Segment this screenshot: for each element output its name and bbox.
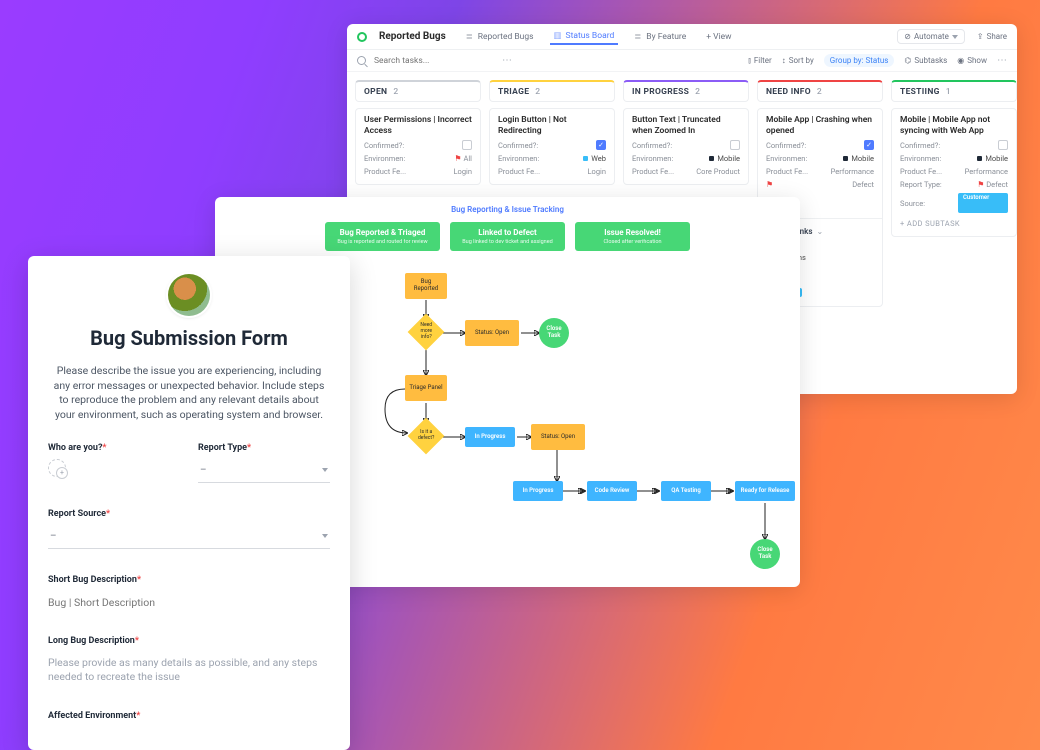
tag-source: Customer [958, 193, 1008, 213]
node-close-task-1[interactable]: Close Task [539, 318, 569, 348]
chevron-down-icon [322, 534, 328, 538]
column-header[interactable]: OPEN2 [355, 80, 481, 102]
subtasks-icon: ⌬ [904, 56, 911, 65]
column-header[interactable]: TESTIING1 [891, 80, 1017, 102]
node-status-open-2[interactable]: Status: Open [531, 424, 585, 450]
list-icon: ≣ [466, 32, 475, 41]
label-report-type: Report Type* [198, 443, 330, 453]
form-title: Bug Submission Form [48, 326, 330, 350]
list-icon: ≣ [634, 32, 643, 41]
card-title: Mobile | Mobile App not syncing with Web… [900, 115, 1008, 136]
chevron-down-icon [952, 35, 958, 39]
diagram-header-1: Bug Reported & TriagedBug is reported an… [325, 222, 440, 251]
diagram-header-3: Issue Resolved!Closed after verification [575, 222, 690, 251]
report-type-select[interactable]: – [198, 459, 330, 483]
search-input[interactable] [374, 56, 494, 66]
more-icon[interactable]: ⋯ [502, 55, 512, 66]
label-report-source: Report Source* [48, 509, 330, 519]
add-view-button[interactable]: + View [702, 30, 735, 44]
card-title: Login Button | Not Redirecting [498, 115, 606, 136]
column-header[interactable]: NEED INFO2 [757, 80, 883, 102]
kanban-card[interactable]: Button Text | Truncated when Zoomed In C… [623, 108, 749, 185]
view-tab-status-board[interactable]: ▥Status Board [550, 29, 619, 45]
kanban-card[interactable]: User Permissions | Incorrect Access Conf… [355, 108, 481, 185]
assignee-add-button[interactable] [48, 459, 66, 477]
label-who-are-you: Who are you?* [48, 443, 180, 453]
eye-icon: ◉ [957, 56, 964, 65]
group-by-pill[interactable]: Group by: Status [824, 54, 895, 67]
diagram-headers: Bug Reported & TriagedBug is reported an… [325, 222, 690, 251]
confirmed-checkbox[interactable]: ✓ [864, 140, 874, 150]
flag-icon: ⚑ [977, 180, 984, 189]
confirmed-checkbox[interactable]: ✓ [596, 140, 606, 150]
node-status-open-1[interactable]: Status: Open [465, 320, 519, 346]
node-decision-defect[interactable]: Is it a defect? [408, 418, 445, 455]
filter-button[interactable]: ⫾Filter [748, 56, 771, 66]
chevron-down-icon [322, 468, 328, 472]
kanban-card[interactable]: Mobile | Mobile App not syncing with Web… [891, 108, 1017, 237]
sort-icon: ↕ [782, 56, 786, 65]
label-affected-env: Affected Environment* [48, 711, 330, 721]
search-icon [357, 56, 366, 65]
flag-icon: ⚑ [454, 154, 461, 163]
kanban-card[interactable]: Login Button | Not Redirecting Confirmed… [489, 108, 615, 185]
node-bug-reported[interactable]: Bug Reported [405, 273, 447, 299]
share-icon: ⇪ [977, 32, 984, 41]
add-subtask-button[interactable]: + ADD SUBTASK [900, 219, 1008, 228]
column-header[interactable]: TRIAGE2 [489, 80, 615, 102]
subtasks-button[interactable]: ⌬Subtasks [904, 56, 947, 65]
board-icon: ▥ [554, 31, 563, 40]
form-avatar [168, 274, 210, 316]
node-pipeline-1[interactable]: Code Review [587, 481, 637, 501]
report-source-select[interactable]: – [48, 525, 330, 549]
node-decision-need-more[interactable]: Need more info? [408, 314, 445, 351]
card-title: User Permissions | Incorrect Access [364, 115, 472, 136]
label-short-desc: Short Bug Description* [48, 575, 330, 585]
more-icon[interactable]: ⋯ [997, 55, 1007, 66]
column-header[interactable]: IN PROGRESS2 [623, 80, 749, 102]
automate-button[interactable]: ⊘Automate [897, 29, 965, 44]
flag-icon: ⚑ [766, 180, 773, 189]
card-title: Button Text | Truncated when Zoomed In [632, 115, 740, 136]
filter-icon: ⫾ [748, 56, 751, 66]
long-description-input[interactable]: Please provide as many details as possib… [48, 652, 330, 685]
node-in-progress[interactable]: In Progress [465, 427, 515, 447]
confirmed-checkbox[interactable] [998, 140, 1008, 150]
node-pipeline-0[interactable]: In Progress [513, 481, 563, 501]
node-pipeline-3[interactable]: Ready for Release [735, 481, 795, 501]
node-close-task-2[interactable]: Close Task [750, 539, 780, 569]
confirmed-checkbox[interactable] [730, 140, 740, 150]
node-triage-panel[interactable]: Triage Panel [405, 375, 447, 401]
status-ring-icon [357, 32, 367, 42]
board-toolbar: Reported Bugs ≣Reported Bugs ▥Status Boa… [347, 24, 1017, 50]
view-tab-reported-bugs[interactable]: ≣Reported Bugs [462, 30, 538, 44]
share-button[interactable]: ⇪Share [977, 32, 1007, 41]
confirmed-checkbox[interactable] [462, 140, 472, 150]
show-button[interactable]: ◉Show [957, 56, 987, 65]
bug-submission-form-panel: Bug Submission Form Please describe the … [28, 256, 350, 750]
diagram-title: Bug Reporting & Issue Tracking [225, 205, 790, 214]
view-tab-by-feature[interactable]: ≣By Feature [630, 30, 690, 44]
form-description: Please describe the issue you are experi… [52, 364, 326, 423]
sort-button[interactable]: ↕Sort by [782, 56, 814, 65]
board-title: Reported Bugs [379, 31, 446, 42]
label-long-desc: Long Bug Description* [48, 636, 330, 646]
diagram-header-2: Linked to DefectBug linked to dev ticket… [450, 222, 565, 251]
node-pipeline-2[interactable]: QA Testing [661, 481, 711, 501]
short-description-input[interactable] [48, 592, 330, 609]
board-search-row: ⋯ ⫾Filter ↕Sort by Group by: Status ⌬Sub… [347, 50, 1017, 72]
bolt-icon: ⊘ [904, 32, 911, 41]
card-title: Mobile App | Crashing when opened [766, 115, 874, 136]
